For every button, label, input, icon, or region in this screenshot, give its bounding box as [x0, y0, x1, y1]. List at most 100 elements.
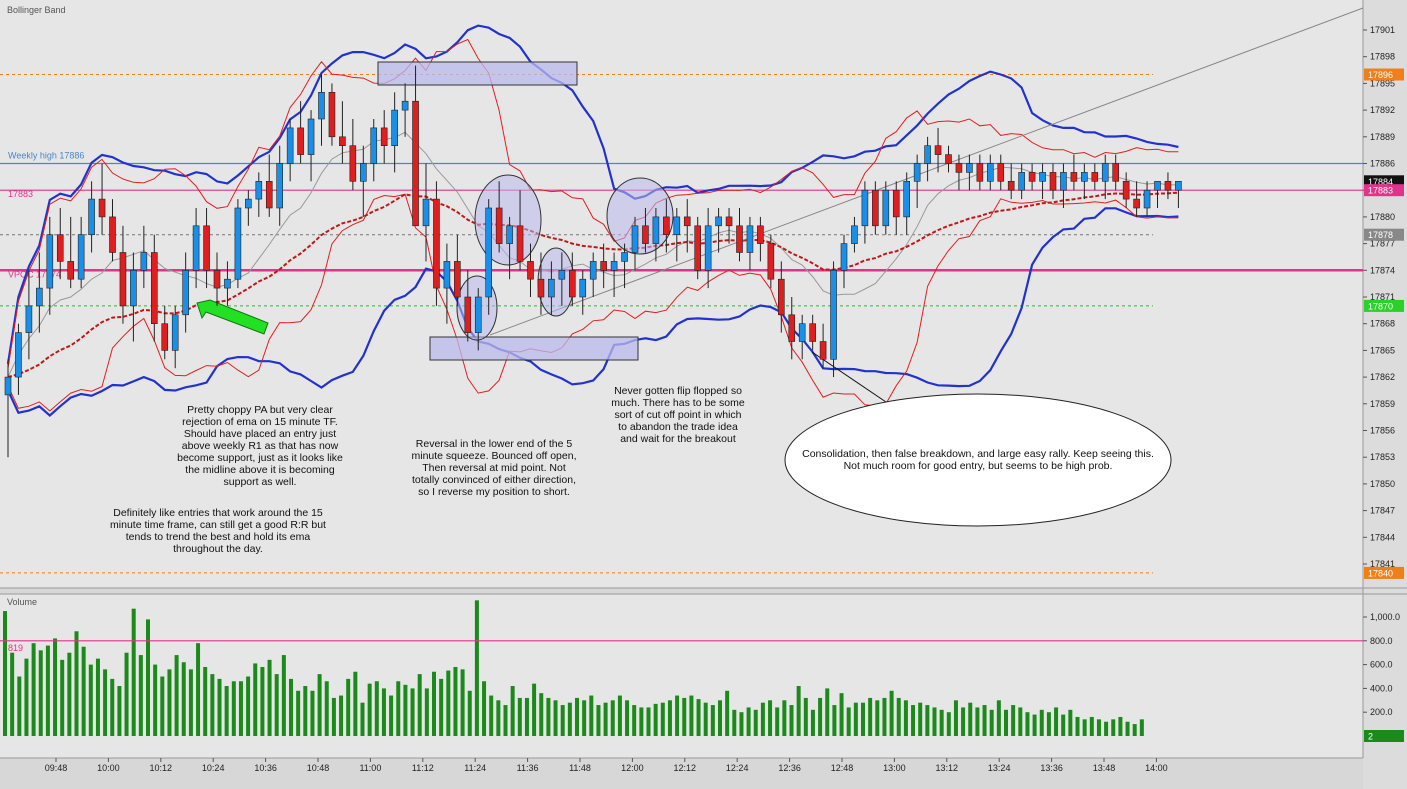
volume-bar: [1061, 714, 1066, 736]
volume-bar: [196, 643, 201, 736]
volume-bar: [660, 702, 665, 736]
price-tag-label: 17883: [1368, 186, 1393, 196]
price-tick-label: 17886: [1370, 159, 1395, 169]
volume-bar: [582, 700, 587, 736]
volume-bar: [446, 670, 451, 736]
price-tick-label: 17898: [1370, 52, 1395, 62]
volume-bar: [246, 676, 251, 736]
volume-bar: [789, 705, 794, 736]
annotation-line: Definitely like entries that work around…: [113, 507, 323, 519]
annotation-line: above weekly R1 as that has now: [182, 440, 339, 452]
candle-body: [1007, 181, 1015, 191]
candle-body: [454, 261, 461, 298]
candle-body: [986, 163, 994, 182]
candle-body: [945, 154, 952, 164]
volume-bar: [88, 664, 93, 736]
candle-body: [98, 198, 106, 218]
volume-bar: [911, 705, 916, 736]
volume-bar: [646, 707, 651, 736]
volume-bar: [532, 683, 537, 736]
candle-body: [140, 252, 148, 271]
volume-bar: [775, 707, 780, 736]
candle-body: [15, 332, 22, 378]
volume-bar: [153, 664, 158, 736]
candle-body: [1060, 172, 1067, 191]
volume-bar: [1018, 707, 1023, 736]
price-tick-label: 17850: [1370, 479, 1395, 489]
candle-body: [401, 100, 409, 111]
candle-body: [213, 269, 221, 289]
candle-body: [77, 234, 85, 280]
volume-bar: [517, 697, 522, 736]
price-tick-label: 17847: [1370, 506, 1395, 516]
time-tick-label: 14:00: [1145, 763, 1168, 773]
volume-bar: [3, 611, 7, 736]
price-tick-label: 17862: [1370, 372, 1395, 382]
candle-body: [276, 163, 284, 209]
volume-bar: [60, 659, 65, 736]
volume-bar: [732, 709, 737, 736]
volume-bar: [639, 707, 644, 736]
volume-bar: [353, 671, 358, 736]
volume-bar: [1054, 707, 1059, 736]
candle-body: [777, 278, 785, 316]
candle-body: [736, 225, 743, 253]
volume-bar: [939, 709, 944, 736]
volume-bar: [188, 669, 193, 736]
volume-bar: [17, 676, 22, 736]
volume-bar: [739, 712, 744, 736]
candle-body: [767, 243, 775, 280]
volume-bar: [596, 705, 601, 736]
price-tick-label: 17853: [1370, 452, 1395, 462]
volume-bar: [339, 695, 344, 736]
candle-body: [224, 278, 231, 289]
candle-body: [673, 216, 681, 235]
volume-tick-label: 800.0: [1370, 636, 1393, 646]
price-tick-label: 17859: [1370, 399, 1395, 409]
time-tick-label: 11:00: [359, 763, 381, 773]
volume-bar: [424, 688, 429, 736]
candle-body: [568, 269, 576, 298]
volume-bar: [274, 674, 279, 736]
volume-bar: [253, 663, 258, 736]
candle-body: [558, 269, 566, 280]
time-tick-label: 12:12: [674, 763, 697, 773]
candle-body: [516, 225, 524, 262]
time-tick-label: 13:12: [936, 763, 959, 773]
volume-bar: [146, 619, 150, 736]
volume-bar: [138, 655, 143, 736]
volume-bar: [810, 709, 815, 736]
volume-bar: [1104, 721, 1109, 736]
volume-bar: [117, 686, 122, 736]
candle-body: [548, 278, 555, 298]
volume-bar: [496, 700, 501, 736]
candle-body: [621, 252, 628, 262]
volume-bar: [1032, 714, 1037, 736]
time-tick-label: 11:36: [517, 763, 539, 773]
candle-body: [1154, 181, 1161, 191]
time-tick-label: 09:48: [45, 763, 68, 773]
candle-body: [851, 225, 858, 244]
candle-body: [694, 225, 702, 271]
time-tick-label: 11:12: [412, 763, 434, 773]
volume-bar: [1096, 719, 1101, 736]
candle-body: [1028, 172, 1036, 182]
candle-body: [725, 216, 733, 227]
candle-body: [391, 109, 398, 146]
volume-bar: [389, 695, 394, 736]
candle-body: [1101, 163, 1109, 182]
volume-bar: [689, 695, 694, 736]
volume-bar: [374, 681, 379, 736]
volume-bar: [682, 697, 687, 736]
volume-bar: [131, 608, 136, 736]
volume-bar: [1089, 716, 1094, 736]
volume-bar: [703, 702, 708, 736]
candle-body: [318, 92, 325, 120]
candle-body: [903, 181, 911, 218]
volume-bar: [653, 703, 658, 736]
volume-bar: [267, 659, 272, 736]
volume-bar: [932, 707, 937, 736]
volume-bar: [1046, 712, 1051, 736]
volume-bar: [868, 697, 873, 736]
volume-bar: [124, 652, 129, 736]
